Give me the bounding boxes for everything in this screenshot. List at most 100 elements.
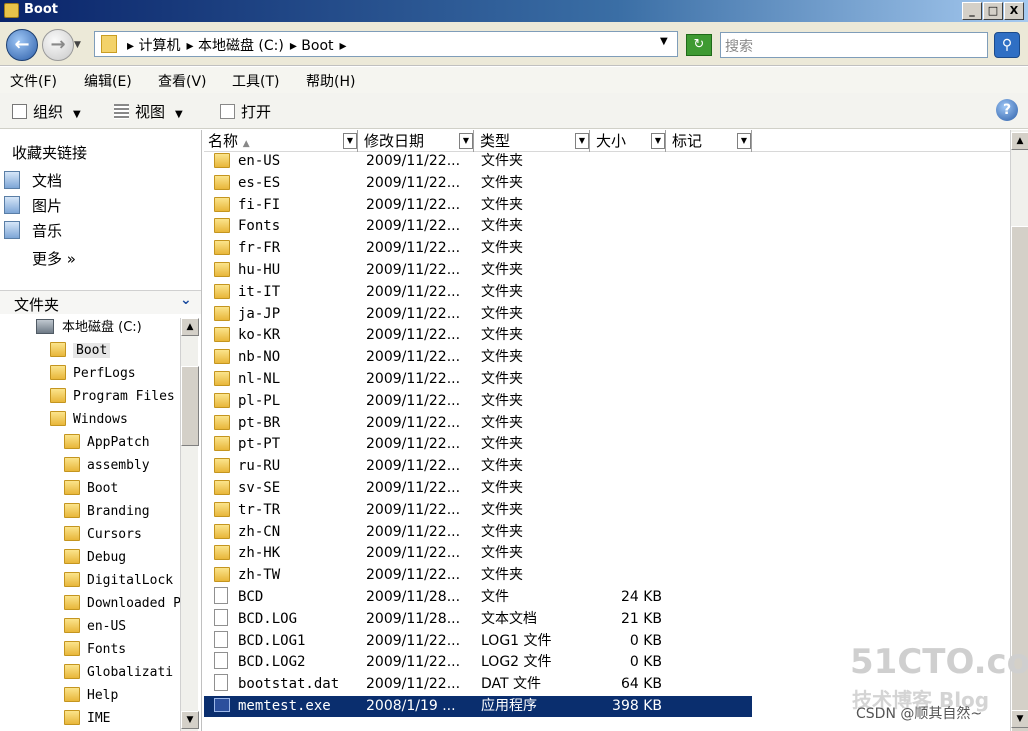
tree-item[interactable]: en-US	[64, 617, 126, 637]
file-row[interactable]: BCD 2009/11/28... 文件 24 KB	[204, 587, 752, 608]
file-row[interactable]: en-US 2009/11/22... 文件夹	[204, 151, 752, 172]
file-row[interactable]: nl-NL 2009/11/22... 文件夹	[204, 369, 752, 390]
tree-item[interactable]: Windows	[50, 410, 128, 430]
credit-text: CSDN @顺其自然~	[856, 706, 983, 722]
favorite-documents[interactable]: 文档	[4, 170, 62, 191]
menu-tools[interactable]: 工具(T)	[232, 71, 279, 91]
filter-dropdown-icon[interactable]: ▼	[343, 133, 357, 149]
file-row[interactable]: fr-FR 2009/11/22... 文件夹	[204, 238, 752, 259]
filter-dropdown-icon[interactable]: ▼	[459, 133, 473, 149]
file-row[interactable]: sv-SE 2009/11/22... 文件夹	[204, 478, 752, 499]
folders-header[interactable]: 文件夹 ⌄	[0, 290, 201, 314]
favorite-music[interactable]: 音乐	[4, 220, 62, 241]
file-row[interactable]: pl-PL 2009/11/22... 文件夹	[204, 391, 752, 412]
file-row[interactable]: ko-KR 2009/11/22... 文件夹	[204, 325, 752, 346]
back-button[interactable]: ←	[6, 29, 38, 61]
file-row[interactable]: zh-HK 2009/11/22... 文件夹	[204, 543, 752, 564]
tree-item-label: Help	[87, 688, 119, 703]
refresh-button[interactable]: ↻	[686, 34, 712, 56]
breadcrumb-item[interactable]: ▸ 计算机	[127, 38, 180, 54]
column-date[interactable]: 修改日期 ▼	[360, 130, 474, 152]
breadcrumb-item[interactable]: ▸ Boot	[290, 38, 334, 54]
filter-dropdown-icon[interactable]: ▼	[737, 133, 751, 149]
file-type: 文件夹	[481, 480, 523, 496]
menu-edit[interactable]: 编辑(E)	[84, 71, 132, 91]
address-bar[interactable]: ▸ 计算机 ▸ 本地磁盘 (C:) ▸ Boot ▸	[94, 31, 678, 57]
file-row[interactable]: fi-FI 2009/11/22... 文件夹	[204, 195, 752, 216]
views-button[interactable]: 视图 ▼	[114, 101, 183, 122]
tree-item[interactable]: Boot	[50, 341, 111, 361]
file-date: 2009/11/22...	[366, 174, 461, 191]
tree-scrollbar[interactable]: ▲ ▼	[180, 318, 199, 731]
file-row[interactable]: zh-TW 2009/11/22... 文件夹	[204, 565, 752, 586]
tree-item[interactable]: DigitalLock	[64, 571, 173, 591]
file-row[interactable]: memtest.exe 2008/1/19 ... 应用程序 398 KB	[204, 696, 752, 717]
menu-help[interactable]: 帮助(H)	[306, 71, 355, 91]
file-row[interactable]: Fonts 2009/11/22... 文件夹	[204, 216, 752, 237]
file-list-scrollbar[interactable]: ▲ ▼	[1010, 130, 1028, 731]
file-row[interactable]: tr-TR 2009/11/22... 文件夹	[204, 500, 752, 521]
scroll-up-icon[interactable]: ▲	[181, 318, 199, 336]
file-row[interactable]: hu-HU 2009/11/22... 文件夹	[204, 260, 752, 281]
address-dropdown-icon[interactable]: ▼	[660, 36, 668, 47]
organize-button[interactable]: 组织 ▼	[12, 101, 81, 122]
file-row[interactable]: pt-BR 2009/11/22... 文件夹	[204, 413, 752, 434]
file-row[interactable]: BCD.LOG 2009/11/28... 文本文档 21 KB	[204, 608, 752, 630]
file-row[interactable]: BCD.LOG1 2009/11/22... LOG1 文件 0 KB	[204, 630, 752, 652]
favorite-pictures[interactable]: 图片	[4, 195, 62, 216]
tree-item[interactable]: assembly	[64, 456, 150, 476]
file-row[interactable]: nb-NO 2009/11/22... 文件夹	[204, 347, 752, 368]
tree-item[interactable]: Fonts	[64, 640, 126, 660]
menu-view[interactable]: 查看(V)	[158, 71, 207, 91]
file-row[interactable]: zh-CN 2009/11/22... 文件夹	[204, 522, 752, 543]
tree-item[interactable]: 本地磁盘 (C:)	[36, 318, 142, 338]
minimize-button[interactable]: _	[962, 2, 982, 20]
menu-file[interactable]: 文件(F)	[10, 71, 57, 91]
restore-button[interactable]: □	[983, 2, 1003, 20]
tree-item[interactable]: Boot	[64, 479, 118, 499]
file-name: fi-FI	[238, 196, 281, 213]
breadcrumb-item[interactable]: ▸	[340, 38, 347, 54]
tree-item[interactable]: Cursors	[64, 525, 142, 545]
filter-dropdown-icon[interactable]: ▼	[651, 133, 665, 149]
search-input[interactable]: 搜索	[720, 32, 988, 58]
file-row[interactable]: bootstat.dat 2009/11/22... DAT 文件 64 KB	[204, 674, 752, 695]
tree-item[interactable]: Help	[64, 686, 118, 706]
column-name[interactable]: 名称 ▲ ▼	[204, 130, 358, 152]
tree-item[interactable]: Downloaded P	[64, 594, 180, 614]
file-row[interactable]: ru-RU 2009/11/22... 文件夹	[204, 456, 752, 477]
column-tags[interactable]: 标记 ▼	[668, 130, 752, 152]
folder-icon	[64, 434, 80, 449]
tree-item[interactable]: PerfLogs	[50, 364, 136, 384]
tree-item[interactable]: IME	[64, 709, 110, 729]
file-row[interactable]: it-IT 2009/11/22... 文件夹	[204, 282, 752, 303]
tree-item[interactable]: Debug	[64, 548, 126, 568]
file-row[interactable]: ja-JP 2009/11/22... 文件夹	[204, 304, 752, 325]
scroll-thumb[interactable]	[181, 366, 199, 446]
folder-icon	[214, 283, 230, 299]
scroll-down-icon[interactable]: ▼	[181, 711, 199, 729]
forward-button[interactable]: →	[42, 29, 74, 61]
tree-item[interactable]: Branding	[64, 502, 150, 522]
scroll-down-icon[interactable]: ▼	[1011, 710, 1028, 728]
tree-item[interactable]: AppPatch	[64, 433, 150, 453]
help-button[interactable]: ?	[996, 99, 1018, 121]
folder-icon	[50, 365, 66, 380]
search-button[interactable]: ⚲	[994, 32, 1020, 58]
open-button[interactable]: 打开	[220, 101, 271, 122]
file-name-cell: ru-RU	[214, 456, 364, 477]
file-row[interactable]: pt-PT 2009/11/22... 文件夹	[204, 434, 752, 455]
history-dropdown-icon[interactable]: ▼	[74, 40, 81, 50]
column-size[interactable]: 大小 ▼	[592, 130, 666, 152]
tree-item[interactable]: Globalizati	[64, 663, 173, 683]
file-date: 2009/11/22...	[366, 632, 461, 649]
column-type[interactable]: 类型 ▼	[476, 130, 590, 152]
close-button[interactable]: X	[1004, 2, 1024, 20]
breadcrumb-item[interactable]: ▸ 本地磁盘 (C:)	[186, 38, 283, 54]
scroll-up-icon[interactable]: ▲	[1011, 132, 1028, 150]
file-row[interactable]: es-ES 2009/11/22... 文件夹	[204, 173, 752, 194]
filter-dropdown-icon[interactable]: ▼	[575, 133, 589, 149]
file-row[interactable]: BCD.LOG2 2009/11/22... LOG2 文件 0 KB	[204, 652, 752, 673]
favorites-more-link[interactable]: 更多 »	[32, 248, 76, 269]
tree-item[interactable]: Program Files	[50, 387, 175, 407]
